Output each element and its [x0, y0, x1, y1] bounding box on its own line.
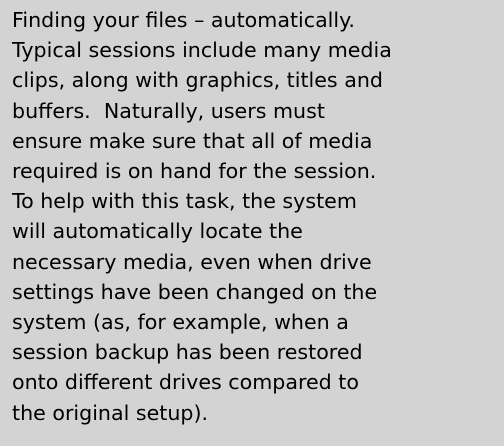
text-line: required is on hand for the session. [12, 159, 377, 184]
text-line: will automatically locate the [12, 219, 303, 244]
text-line: buffers. Naturally, users must [12, 98, 325, 123]
text-line: ensure make sure that all of media [12, 128, 373, 153]
text-line: settings have been changed on the [12, 279, 378, 304]
text-line: session backup has been restored [12, 340, 363, 365]
text-line: onto different drives compared to [12, 370, 359, 395]
text-line: system (as, for example, when a [12, 310, 349, 335]
text-line: Finding your files – automatically. [12, 8, 355, 32]
text-line: Typical sessions include many media [12, 38, 392, 63]
text-line: necessary media, even when drive [12, 249, 372, 274]
text-line: To help with this task, the system [12, 189, 357, 214]
text-line: the original setup). [12, 400, 209, 425]
text-line: clips, along with graphics, titles and [12, 68, 383, 93]
text-panel: Finding your files – automatically. Typi… [0, 0, 504, 446]
body-paragraph: Finding your files – automatically. Typi… [12, 5, 496, 428]
